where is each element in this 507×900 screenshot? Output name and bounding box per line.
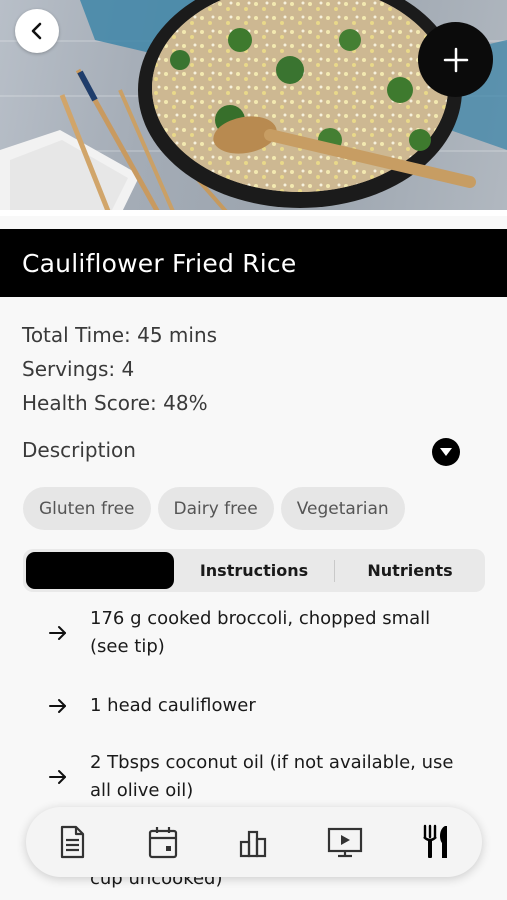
servings: Servings: 4 <box>22 357 135 381</box>
recipe-tabs: Instructions Nutrients <box>23 549 485 592</box>
arrow-right-icon <box>49 770 66 784</box>
list-item[interactable]: 176 g cooked broccoli, chopped small (se… <box>48 605 460 661</box>
tab-nutrients[interactable]: Nutrients <box>335 549 485 592</box>
tab-instructions[interactable]: Instructions <box>174 549 334 592</box>
total-time: Total Time: 45 mins <box>22 323 218 347</box>
ingredient-text: 176 g cooked broccoli, chopped small (se… <box>90 608 431 657</box>
nav-stats[interactable] <box>234 822 274 862</box>
description-label: Description <box>22 438 136 462</box>
recipe-title: Cauliflower Fried Rice <box>22 248 297 278</box>
arrow-right-icon <box>49 626 66 640</box>
ingredient-text: 2 Tbsps coconut oil (if not available, u… <box>90 752 454 801</box>
recipe-title-bar: Cauliflower Fried Rice <box>0 229 507 297</box>
tab-ingredients[interactable] <box>26 552 174 589</box>
nav-videos[interactable] <box>325 822 365 862</box>
nav-recipes[interactable] <box>52 822 92 862</box>
health-score: Health Score: 48% <box>22 391 208 415</box>
ingredient-text: 1 head cauliflower <box>90 695 256 716</box>
video-icon <box>328 827 363 858</box>
tag-vegetarian[interactable]: Vegetarian <box>280 487 405 530</box>
tag-dairy-free[interactable]: Dairy free <box>157 487 274 530</box>
nav-ingredients-active[interactable] <box>416 822 456 862</box>
back-button[interactable] <box>15 9 59 53</box>
diet-tags: Gluten free Dairy free Vegetarian <box>23 487 405 530</box>
description-toggle[interactable] <box>432 438 460 466</box>
chart-icon <box>239 830 267 858</box>
plus-icon <box>443 47 468 72</box>
arrow-right-icon <box>49 699 66 713</box>
utensils-icon <box>423 824 448 858</box>
list-item[interactable]: 1 head cauliflower <box>48 692 460 720</box>
chevron-left-icon <box>31 22 42 40</box>
document-icon <box>60 825 84 859</box>
list-item[interactable]: 2 Tbsps coconut oil (if not available, u… <box>48 749 460 805</box>
caret-down-icon <box>440 448 452 456</box>
calendar-icon <box>148 827 177 859</box>
tag-gluten-free[interactable]: Gluten free <box>23 487 151 530</box>
bottom-navigation <box>26 807 482 877</box>
add-recipe-button[interactable] <box>418 22 493 97</box>
nav-planner[interactable] <box>143 822 183 862</box>
description-row[interactable]: Description <box>22 436 462 466</box>
